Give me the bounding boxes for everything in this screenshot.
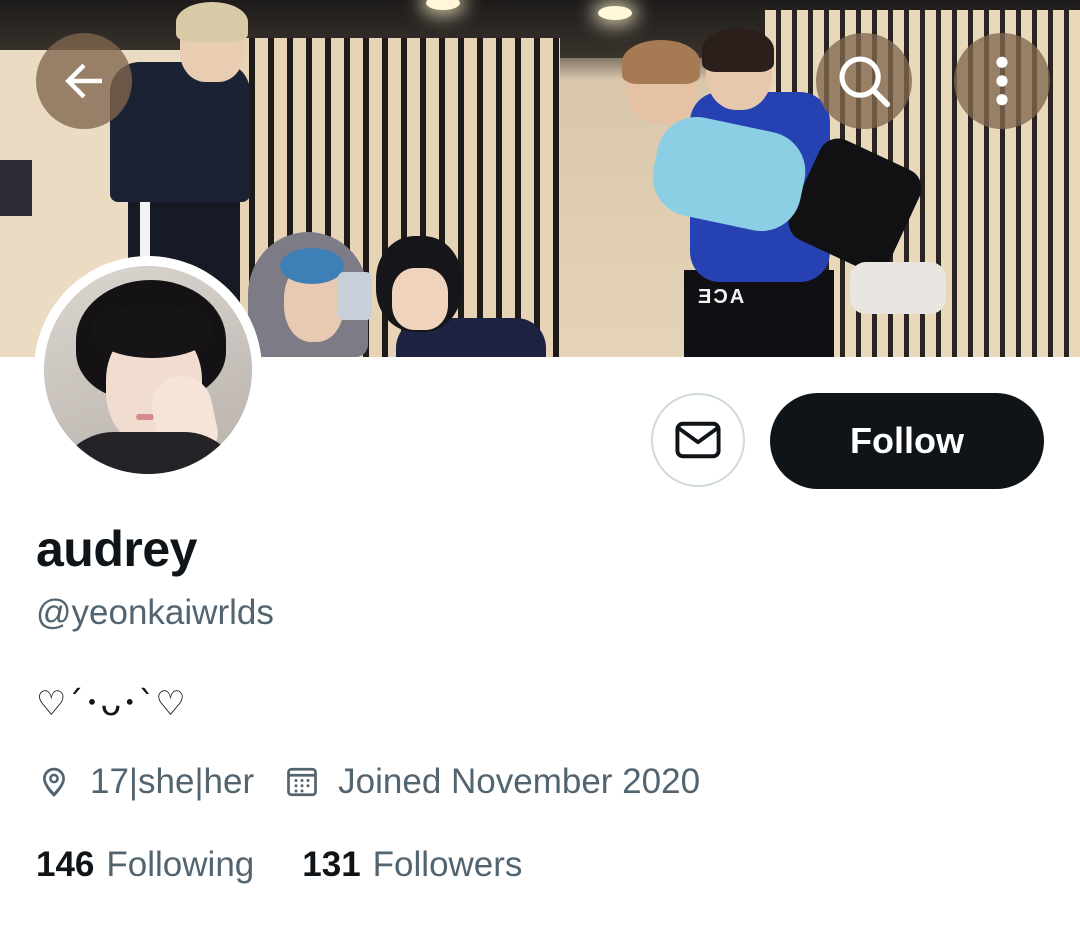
joined-item: Joined November 2020 [284, 762, 700, 802]
shirt-text: ACE [696, 286, 745, 308]
following-count: 146 [36, 845, 95, 884]
followers-count: 131 [302, 845, 361, 884]
person-figure [622, 40, 700, 84]
banner-poster [0, 160, 32, 216]
location-item: 17|she|her [36, 762, 254, 802]
display-name: audrey [36, 521, 197, 577]
phone-in-photo [338, 272, 372, 320]
search-icon [839, 56, 891, 108]
followers-label: Followers [372, 845, 523, 884]
avatar[interactable] [34, 256, 262, 484]
following-link[interactable]: 146 Following [36, 845, 254, 885]
follow-counts: 146 Following 131 Followers [36, 845, 570, 885]
search-button[interactable] [816, 33, 912, 129]
location-pin-icon [43, 767, 65, 797]
person-figure [392, 268, 448, 330]
arrow-left-icon [65, 63, 102, 99]
followers-link[interactable]: 131 Followers [302, 845, 522, 885]
calendar-icon [287, 767, 317, 797]
more-vertical-icon [996, 56, 1008, 106]
envelope-icon [675, 421, 721, 459]
bio-text: ♡´･ᴗ･`♡ [36, 684, 186, 724]
avatar-image [44, 266, 252, 474]
joined-date-text: Joined November 2020 [338, 762, 701, 801]
user-handle: @yeonkaiwrlds [36, 593, 274, 632]
following-label: Following [106, 845, 255, 884]
person-figure [684, 270, 834, 357]
profile-meta: 17|she|her Joined November 2020 [36, 758, 730, 806]
message-button[interactable] [651, 393, 745, 487]
back-button[interactable] [36, 33, 132, 129]
location-text: 17|she|her [90, 762, 255, 801]
more-options-button[interactable] [954, 33, 1050, 129]
person-figure [702, 28, 774, 72]
avatar-hair [92, 306, 212, 358]
profile-page: ACE Follow audrey @yeonkaiwrlds ♡´･ᴗ･`♡ … [0, 0, 1080, 943]
person-figure [850, 262, 946, 314]
follow-button[interactable]: Follow [770, 393, 1044, 489]
person-figure [176, 2, 248, 42]
avatar-lip [136, 414, 154, 420]
person-figure [280, 248, 344, 284]
banner-light [598, 6, 632, 20]
